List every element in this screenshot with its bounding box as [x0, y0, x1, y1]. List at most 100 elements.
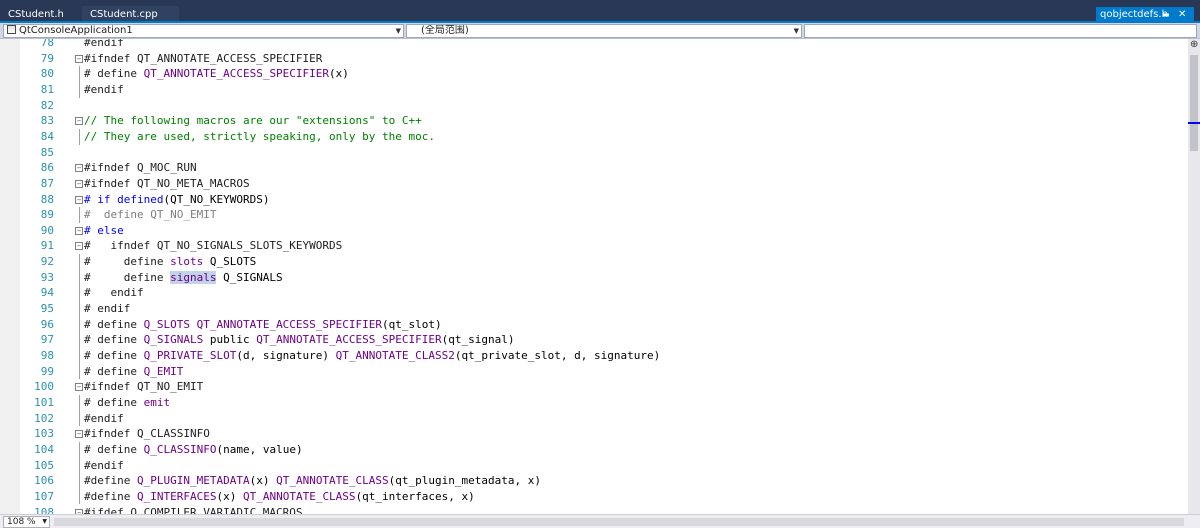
- chevron-down-icon: ▼: [395, 27, 401, 35]
- code-line[interactable]: 94 # endif: [0, 285, 1188, 302]
- code-token: #ifdef Q_COMPILER_VARIADIC_MACROS: [84, 505, 303, 515]
- code-line[interactable]: 100 − #ifndef QT_NO_EMIT: [0, 379, 1188, 395]
- line-number: 107: [34, 489, 54, 503]
- code-token: # endif: [84, 302, 131, 316]
- code-token: #ifndef QT_NO_META_MACROS: [84, 176, 250, 190]
- code-line[interactable]: 103 − #ifndef Q_CLASSINFO: [0, 426, 1188, 442]
- code-line[interactable]: 108− #ifdef Q_COMPILER_VARIADIC_MACROS: [0, 505, 1188, 515]
- outline-guide: [79, 457, 80, 474]
- collapse-icon[interactable]: −: [75, 383, 83, 392]
- code-line[interactable]: 102 #endif: [0, 410, 1188, 427]
- code-editor[interactable]: 78 #endif 79− #ifndef QT_ANNOTATE_ACCESS_SP…: [0, 39, 1188, 514]
- code-token: Q_SIGNALS: [216, 270, 283, 284]
- code-line[interactable]: 83 −// The following macros are our "exte…: [0, 113, 1188, 129]
- code-line[interactable]: 90 − # else: [0, 223, 1188, 239]
- code-line[interactable]: 96 # define Q_SLOTS QT_ANNOTATE_ACCESS_SP…: [0, 316, 1188, 333]
- collapse-icon[interactable]: −: [75, 226, 83, 235]
- line-number: 108: [34, 505, 54, 515]
- zoom-dropdown[interactable]: 108 % ▼: [3, 516, 50, 528]
- code-line[interactable]: 99 # define Q_EMIT: [0, 363, 1188, 380]
- collapse-icon[interactable]: −: [75, 54, 83, 63]
- code-line[interactable]: 95 # endif: [0, 301, 1188, 317]
- code-line[interactable]: 92 # define slots Q_SLOTS: [0, 254, 1188, 270]
- line-number: 82: [40, 98, 54, 112]
- horizontal-scrollbar[interactable]: [54, 518, 1184, 526]
- collapse-icon[interactable]: −: [75, 195, 83, 204]
- code-token: # define: [84, 364, 144, 378]
- code-token: public: [203, 333, 257, 347]
- line-number: 78: [40, 39, 54, 49]
- line-number: 92: [40, 255, 54, 269]
- line-number: 100: [34, 380, 54, 394]
- code-token: # ifndef QT_NO_SIGNALS_SLOTS_KEYWORDS: [84, 239, 343, 253]
- code-token: # define: [84, 67, 144, 81]
- editor-bottom-bar: 108 % ▼: [0, 514, 1200, 528]
- collapse-icon[interactable]: −: [75, 179, 83, 188]
- code-token: # define: [84, 442, 144, 456]
- code-token: #endif: [84, 39, 124, 49]
- code-line[interactable]: 87 − #ifndef QT_NO_META_MACROS: [0, 176, 1188, 192]
- split-icon[interactable]: ⊕: [1190, 40, 1198, 50]
- collapse-icon[interactable]: −: [75, 430, 83, 439]
- code-line[interactable]: 79 − #ifndef QT_ANNOTATE_ACCESS_SPECIFIER: [0, 51, 1188, 67]
- code-text: # define Q_SLOTS QT_ANNOTATE_ACCESS_SPEC…: [84, 317, 442, 333]
- code-token: # endif: [84, 286, 144, 300]
- code-line[interactable]: 104 # define Q_CLASSINFO(name, value): [0, 441, 1188, 458]
- code-line[interactable]: 89 # define QT_NO_EMIT: [0, 207, 1188, 223]
- code-line[interactable]: 98 # define Q_PRIVATE_SLOT(d, signature) …: [0, 348, 1188, 364]
- code-line[interactable]: 85: [0, 145, 1188, 161]
- code-token: emit: [143, 395, 171, 409]
- collapse-icon[interactable]: −: [75, 242, 83, 251]
- outline-guide: [79, 207, 80, 223]
- code-line[interactable]: 81 #endif: [0, 81, 1188, 98]
- code-token: (x): [216, 489, 243, 503]
- scope-dropdown[interactable]: (全局范围) ▼: [406, 24, 802, 38]
- outline-guide: [79, 394, 80, 411]
- code-line[interactable]: 97 # define Q_SIGNALS public QT_ANNOTATE_…: [0, 332, 1188, 348]
- collapse-icon[interactable]: −: [75, 117, 83, 126]
- code-token: (d, signature): [236, 349, 336, 362]
- code-line[interactable]: 80 # define QT_ANNOTATE_ACCESS_SPECIFIER(…: [0, 66, 1188, 82]
- scrollbar-thumb[interactable]: [1190, 55, 1198, 151]
- collapse-icon[interactable]: −: [75, 164, 83, 173]
- code-token: (QT_NO_KEYWORDS): [163, 192, 270, 206]
- code-text: # endif: [84, 301, 130, 317]
- code-line[interactable]: 84 // They are used, strictly speaking, o…: [0, 128, 1188, 145]
- code-text: # ifndef QT_NO_SIGNALS_SLOTS_KEYWORDS: [84, 238, 342, 254]
- code-line[interactable]: 82: [0, 98, 1188, 114]
- code-line[interactable]: 106 #define Q_PLUGIN_METADATA(x) QT_ANNOT…: [0, 473, 1188, 489]
- outline-guide: [79, 488, 80, 505]
- vertical-scrollbar[interactable]: ⊕: [1188, 39, 1200, 514]
- code-token: Q_SLOTS: [203, 255, 257, 269]
- code-token: Q_PLUGIN_METADATA: [136, 474, 250, 488]
- code-line[interactable]: 105 #endif: [0, 457, 1188, 474]
- code-text: #endif: [84, 39, 124, 51]
- code-text: #ifndef QT_ANNOTATE_ACCESS_SPECIFIER: [84, 51, 322, 67]
- code-line[interactable]: 107 #define Q_INTERFACES(x) QT_ANNOTATE_C…: [0, 488, 1188, 505]
- code-line[interactable]: 86 − #ifndef Q_MOC_RUN: [0, 160, 1188, 176]
- tab-label: qobjectdefs.h: [1100, 9, 1168, 20]
- code-text: # define Q_SIGNALS public QT_ANNOTATE_AC…: [84, 332, 515, 348]
- code-token: #endif: [84, 458, 124, 472]
- code-line[interactable]: 93 # define signals Q_SIGNALS: [0, 269, 1188, 286]
- code-text: # if defined(QT_NO_KEYWORDS): [84, 192, 269, 208]
- code-token: (qt_interfaces, x): [355, 489, 475, 503]
- code-text: # define emit: [84, 395, 170, 411]
- code-token: #ifndef QT_ANNOTATE_ACCESS_SPECIFIER: [84, 51, 323, 65]
- line-number: 91: [40, 239, 54, 253]
- code-token: # define QT_NO_EMIT: [84, 208, 217, 222]
- code-line[interactable]: 88 − # if defined(QT_NO_KEYWORDS): [0, 192, 1188, 208]
- code-token: #define: [84, 489, 137, 503]
- code-line[interactable]: 101 # define emit: [0, 394, 1188, 411]
- member-dropdown[interactable]: [804, 24, 1197, 38]
- code-token: (qt_signal): [441, 333, 515, 347]
- code-token: # if: [84, 192, 118, 206]
- line-number: 106: [34, 474, 54, 488]
- code-text: // They are used, strictly speaking, onl…: [84, 129, 435, 145]
- code-line[interactable]: 78 #endif: [0, 39, 1188, 51]
- code-line[interactable]: 91 − # ifndef QT_NO_SIGNALS_SLOTS_KEYWORDS: [0, 238, 1188, 254]
- code-text: #ifdef Q_COMPILER_VARIADIC_MACROS: [84, 505, 303, 515]
- project-dropdown[interactable]: QtConsoleApplication1 ▼: [3, 24, 404, 38]
- code-text: // The following macros are our "extensi…: [84, 113, 422, 129]
- outline-guide: [79, 81, 80, 98]
